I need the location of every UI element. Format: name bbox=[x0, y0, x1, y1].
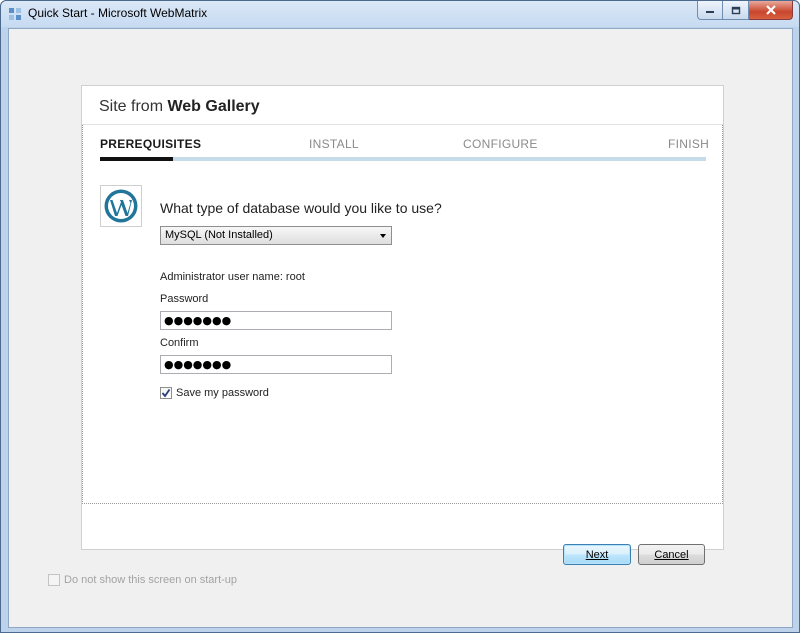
wizard-title-prefix: Site from bbox=[99, 98, 168, 115]
wordpress-logo-icon bbox=[100, 185, 142, 227]
cancel-button-label: Cancel bbox=[654, 548, 689, 561]
app-window: Quick Start - Microsoft WebMatrix Site f… bbox=[0, 0, 800, 633]
chevron-down-icon bbox=[380, 234, 386, 238]
close-icon bbox=[765, 5, 776, 15]
next-button-label: Next bbox=[585, 548, 609, 561]
caption-buttons bbox=[697, 1, 793, 21]
wizard-content: PREREQUISITES INSTALL CONFIGURE FINISH W… bbox=[82, 125, 723, 504]
window-client-area: Site from Web Gallery PREREQUISITES INST… bbox=[8, 28, 793, 628]
save-password-row[interactable]: Save my password bbox=[160, 386, 269, 400]
database-type-select[interactable]: MySQL (Not Installed) bbox=[160, 226, 392, 245]
confirm-label: Confirm bbox=[160, 337, 199, 349]
step-finish: FINISH bbox=[668, 137, 710, 151]
wizard-card: Site from Web Gallery PREREQUISITES INST… bbox=[81, 85, 724, 565]
startup-option-row[interactable]: Do not show this screen on start-up bbox=[48, 574, 237, 586]
save-password-label: Save my password bbox=[176, 387, 269, 399]
admin-user-label: Administrator user name: root bbox=[160, 271, 305, 283]
window-title: Quick Start - Microsoft WebMatrix bbox=[28, 6, 208, 20]
next-button[interactable]: Next bbox=[563, 544, 631, 565]
password-field[interactable]: ●●●●●●● bbox=[160, 311, 392, 330]
confirm-password-field[interactable]: ●●●●●●● bbox=[160, 355, 392, 374]
database-type-value: MySQL (Not Installed) bbox=[165, 229, 273, 241]
database-question: What type of database would you like to … bbox=[160, 200, 442, 216]
wizard-steps: PREREQUISITES INSTALL CONFIGURE FINISH bbox=[100, 137, 710, 167]
wizard-progress-track bbox=[100, 157, 706, 161]
checkmark-icon bbox=[161, 388, 171, 398]
startup-checkbox-label: Do not show this screen on start-up bbox=[64, 574, 238, 586]
close-button[interactable] bbox=[749, 1, 793, 20]
wizard-title-bold: Web Gallery bbox=[167, 98, 260, 115]
title-bar[interactable]: Quick Start - Microsoft WebMatrix bbox=[1, 1, 799, 27]
webmatrix-app-icon bbox=[9, 8, 21, 20]
step-configure: CONFIGURE bbox=[463, 137, 538, 151]
startup-checkbox[interactable] bbox=[48, 574, 60, 586]
minimize-icon bbox=[706, 11, 714, 13]
wizard-title: Site from Web Gallery bbox=[99, 98, 260, 116]
maximize-icon bbox=[731, 6, 740, 14]
maximize-button[interactable] bbox=[723, 1, 749, 20]
step-prerequisites: PREREQUISITES bbox=[100, 137, 202, 151]
step-install: INSTALL bbox=[309, 137, 359, 151]
save-password-checkbox[interactable] bbox=[160, 387, 172, 399]
wizard-header: Site from Web Gallery bbox=[82, 86, 723, 125]
minimize-button[interactable] bbox=[697, 1, 723, 20]
cancel-button[interactable]: Cancel bbox=[638, 544, 705, 565]
password-label: Password bbox=[160, 293, 209, 305]
wizard-progress-fill bbox=[100, 157, 173, 161]
